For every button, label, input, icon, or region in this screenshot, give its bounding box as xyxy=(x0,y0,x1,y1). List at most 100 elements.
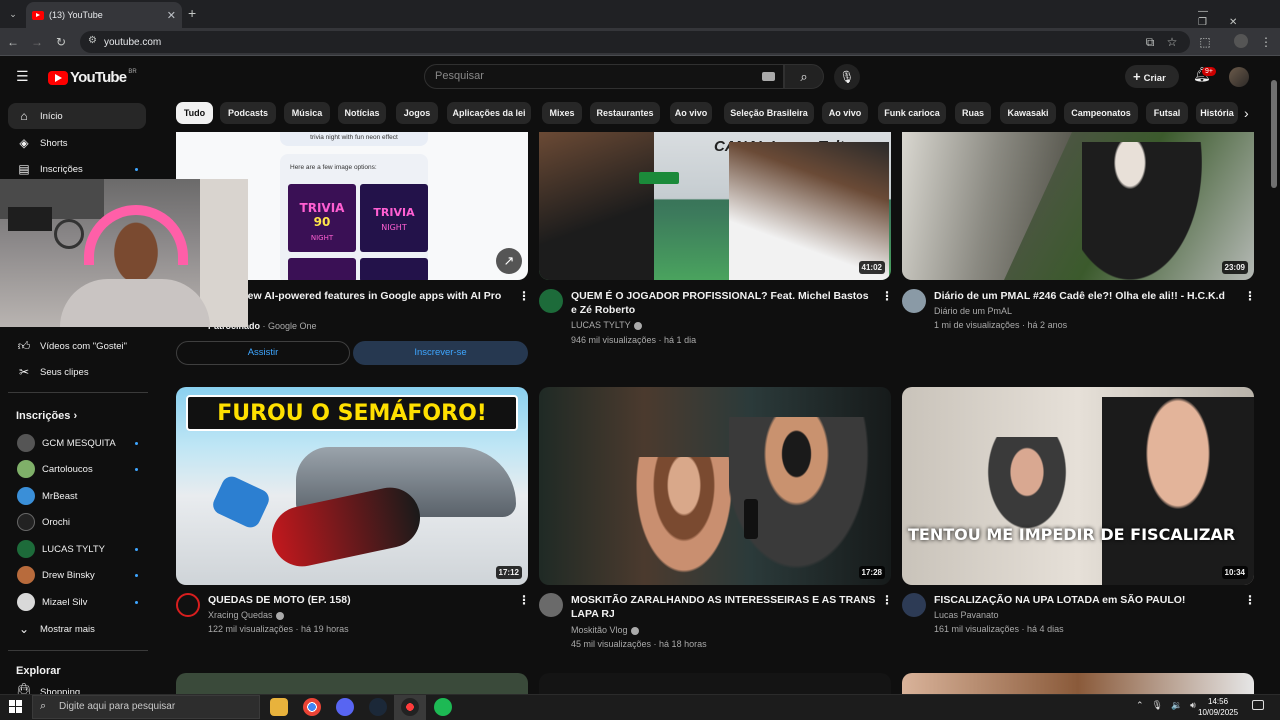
create-button[interactable]: + Criar xyxy=(1125,65,1179,88)
sidebar-item-shorts[interactable]: ◈ Shorts xyxy=(8,130,146,156)
ad-watch-button[interactable]: Assistir xyxy=(176,341,350,365)
site-info-icon[interactable]: ⚙ xyxy=(88,35,97,46)
channel-avatar[interactable] xyxy=(902,289,926,313)
more-options-icon[interactable]: ⋮ xyxy=(518,593,530,607)
obs-icon[interactable] xyxy=(401,698,419,716)
url-bar[interactable]: ⚙ youtube.com xyxy=(80,31,1190,53)
more-options-icon[interactable]: ⋮ xyxy=(1244,289,1256,303)
open-external-icon[interactable]: ↗ xyxy=(496,248,522,274)
reload-icon[interactable]: ↻ xyxy=(52,28,70,56)
sidebar-item-shopping[interactable]: 👜︎ Shopping xyxy=(8,682,146,694)
channel-name[interactable]: Lucas Pavanato xyxy=(934,608,999,622)
subscription-item[interactable]: MrBeast xyxy=(8,483,146,509)
filter-chip[interactable]: Ao vivo xyxy=(670,102,712,124)
video-title[interactable]: FISCALIZAÇÃO NA UPA LOTADA em SÃO PAULO! xyxy=(934,593,1239,607)
steam-icon[interactable] xyxy=(369,698,387,716)
show-more-button[interactable]: ⌄ Mostrar mais xyxy=(8,616,146,642)
subscription-item[interactable]: Drew Binsky xyxy=(8,562,146,588)
browser-menu-icon[interactable]: ⋮ xyxy=(1257,28,1275,56)
video-thumbnail[interactable] xyxy=(539,673,891,694)
subscription-item[interactable]: LUCAS TYLTY xyxy=(8,536,146,562)
account-avatar[interactable] xyxy=(1229,67,1249,87)
filter-chip[interactable]: Aplicações da lei xyxy=(447,102,531,124)
close-tab-icon[interactable]: ✕ xyxy=(167,9,176,22)
file-explorer-icon[interactable] xyxy=(270,698,288,716)
channel-avatar[interactable] xyxy=(902,593,926,617)
channel-name[interactable]: LUCAS TYLTY xyxy=(571,318,642,332)
filter-chip[interactable]: História xyxy=(1196,102,1238,124)
youtube-logo[interactable]: YouTube BR xyxy=(48,69,137,86)
sidebar-item-liked-videos[interactable]: 👍︎ Vídeos com "Gostei" xyxy=(8,333,146,359)
more-options-icon[interactable]: ⋮ xyxy=(881,593,893,607)
subscription-item[interactable]: GCM MESQUITA xyxy=(8,430,146,456)
filter-chip[interactable]: Campeonatos xyxy=(1064,102,1138,124)
filter-chip[interactable]: Ao vivo xyxy=(822,102,868,124)
subscription-item[interactable]: Mizael Silv xyxy=(8,589,146,615)
video-thumbnail[interactable]: 17:28 xyxy=(539,387,891,585)
more-options-icon[interactable]: ⋮ xyxy=(881,289,893,303)
filter-chip[interactable]: Restaurantes xyxy=(590,102,660,124)
channel-name[interactable]: Xracing Quedas xyxy=(208,608,284,622)
channel-name[interactable]: Diário de um PmAL xyxy=(934,304,1012,318)
filter-chip[interactable]: Jogos xyxy=(396,102,438,124)
ad-title[interactable]: ess to new AI-powered features in Google… xyxy=(208,289,504,303)
video-title[interactable]: QUEDAS DE MOTO (EP. 158) xyxy=(208,593,504,607)
taskbar-search-input[interactable]: Digite aqui para pesquisar xyxy=(32,695,260,719)
channel-name[interactable]: Moskitão Vlog xyxy=(571,623,639,637)
channel-avatar[interactable] xyxy=(539,593,563,617)
filter-chip[interactable]: Tudo xyxy=(176,102,213,124)
bookmark-star-icon[interactable]: ☆ xyxy=(1163,28,1181,56)
hamburger-menu-icon[interactable]: ☰ xyxy=(16,69,30,83)
filter-chip[interactable]: Mixes xyxy=(542,102,582,124)
subscriptions-heading[interactable]: Inscrições › xyxy=(16,410,77,422)
discord-icon[interactable] xyxy=(336,698,354,716)
more-options-icon[interactable]: ⋮ xyxy=(1244,593,1256,607)
video-thumbnail[interactable]: FUROU O SEMÁFORO! 17:12 xyxy=(176,387,528,585)
extensions-icon[interactable]: ⬚ xyxy=(1196,28,1214,56)
profile-avatar[interactable] xyxy=(1234,34,1248,48)
ad-advertiser[interactable]: Google One xyxy=(268,321,317,331)
ad-subscribe-button[interactable]: Inscrever-se xyxy=(353,341,528,365)
cast-icon[interactable]: ⧉ xyxy=(1141,28,1159,56)
more-options-icon[interactable]: ⋮ xyxy=(518,289,530,303)
voice-search-button[interactable]: 🎙 xyxy=(834,64,860,90)
channel-avatar[interactable] xyxy=(176,593,200,617)
filter-chip[interactable]: Kawasaki xyxy=(1000,102,1056,124)
channel-avatar[interactable] xyxy=(539,289,563,313)
sidebar-item-clips[interactable]: ✂ Seus clipes xyxy=(8,359,146,385)
taskbar-clock[interactable]: 14:56 10/09/2025 xyxy=(1198,696,1238,718)
forward-icon[interactable]: → xyxy=(28,28,46,56)
subscription-item[interactable]: Cartoloucos xyxy=(8,456,146,482)
video-thumbnail[interactable]: TENTOU ME IMPEDIR DE FISCALIZAR 10:34 xyxy=(902,387,1254,585)
filter-chip[interactable]: Música xyxy=(284,102,330,124)
subscription-item[interactable]: Orochi xyxy=(8,509,146,535)
video-title[interactable]: MOSKITÃO ZARALHANDO AS INTERESSEIRAS E A… xyxy=(571,593,876,621)
page-scrollbar[interactable] xyxy=(1271,80,1277,188)
video-thumbnail[interactable]: 23:09 xyxy=(902,132,1254,280)
video-title[interactable]: Diário de um PMAL #246 Cadê ele?! Olha e… xyxy=(934,289,1239,303)
filter-chip[interactable]: Ruas xyxy=(955,102,991,124)
keyboard-icon[interactable] xyxy=(762,72,775,81)
tab-search-icon[interactable]: ⌄ xyxy=(4,0,22,28)
browser-tab[interactable]: (13) YouTube ✕ xyxy=(26,2,182,28)
search-input[interactable]: Pesquisar xyxy=(424,64,784,89)
back-icon[interactable]: ← xyxy=(4,28,22,56)
video-title[interactable]: QUEM É O JOGADOR PROFISSIONAL? Feat. Mic… xyxy=(571,289,876,317)
filter-chip[interactable]: Futsal xyxy=(1146,102,1188,124)
sidebar-item-inicio[interactable]: ⌂ Início xyxy=(8,103,146,129)
filter-chip[interactable]: Notícias xyxy=(338,102,386,124)
filter-chip[interactable]: Seleção Brasileira xyxy=(724,102,814,124)
filter-chip[interactable]: Podcasts xyxy=(220,102,276,124)
video-thumbnail[interactable]: CANAL Lucas Tylty 41:02 xyxy=(539,132,891,280)
window-controls[interactable]: —❐✕ xyxy=(1198,6,1280,28)
chrome-icon[interactable] xyxy=(303,698,321,716)
system-tray-icons[interactable]: ⌃🎙🔉🔊︎ xyxy=(1136,700,1204,711)
search-button[interactable]: ⌕ xyxy=(784,64,824,89)
chips-next-chevron-icon[interactable]: › xyxy=(1244,102,1249,124)
video-thumbnail[interactable] xyxy=(176,673,528,694)
new-tab-button[interactable]: + xyxy=(188,5,196,21)
spotify-icon[interactable] xyxy=(434,698,452,716)
windows-start-icon[interactable] xyxy=(9,700,22,713)
notification-center-icon[interactable] xyxy=(1252,700,1264,710)
video-thumbnail[interactable] xyxy=(902,673,1254,694)
